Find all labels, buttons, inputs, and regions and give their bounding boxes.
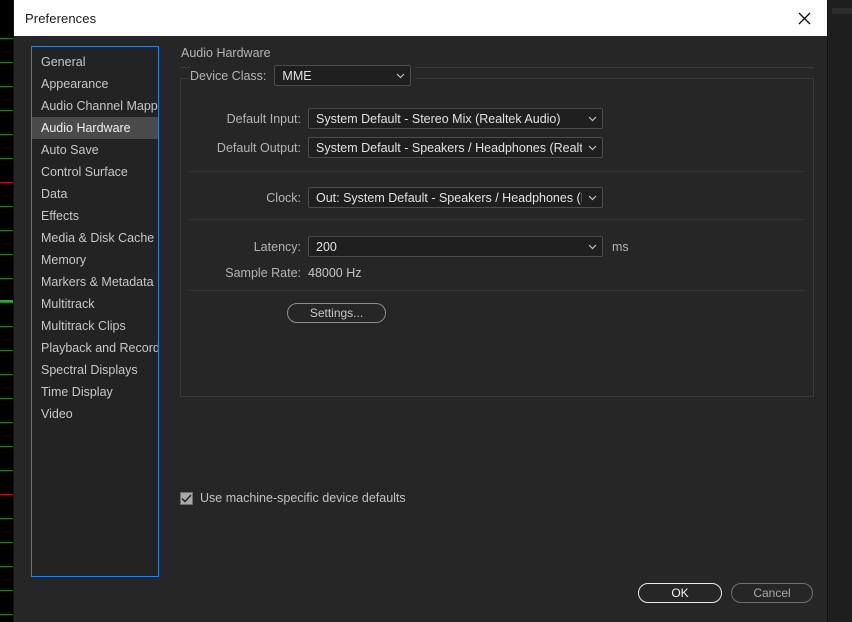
meter-tick: [0, 254, 13, 255]
clock-dropdown[interactable]: Out: System Default - Speakers / Headpho…: [308, 187, 603, 208]
meter-tick: [0, 470, 13, 471]
device-class-label: Device Class:: [190, 68, 267, 83]
sidebar-item-control-surface[interactable]: Control Surface: [32, 161, 158, 183]
chevron-down-icon: [390, 73, 410, 79]
latency-row: Latency: 200 ms: [181, 236, 813, 257]
device-class-dropdown[interactable]: MME: [274, 65, 412, 86]
meter-tick: [0, 302, 13, 303]
dialog-titlebar: Preferences: [14, 0, 827, 36]
background-right-toolbar: [832, 8, 852, 14]
meter-tick: [0, 446, 13, 447]
sidebar-item-media-disk-cache[interactable]: Media & Disk Cache: [32, 227, 158, 249]
meter-tick: [0, 38, 13, 39]
meter-tick: [0, 86, 13, 87]
section-divider-2: [189, 219, 805, 220]
meter-tick: [0, 182, 13, 183]
meter-tick: [0, 134, 13, 135]
meter-tick: [0, 206, 13, 207]
sidebar-item-audio-channel-mapping[interactable]: Audio Channel Mapping: [32, 95, 158, 117]
latency-value[interactable]: 200: [309, 240, 582, 254]
section-divider-3: [189, 290, 805, 291]
meter-tick: [0, 230, 13, 231]
meter-tick: [0, 278, 13, 279]
chevron-down-icon: [582, 116, 602, 122]
sidebar-item-markers-metadata[interactable]: Markers & Metadata: [32, 271, 158, 293]
clock-row: Clock: Out: System Default - Speakers / …: [181, 187, 813, 208]
machine-defaults-label[interactable]: Use machine-specific device defaults: [200, 491, 406, 505]
meter-tick: [0, 614, 13, 615]
chevron-down-icon: [582, 244, 602, 250]
sidebar-item-time-display[interactable]: Time Display: [32, 381, 158, 403]
audio-hardware-group: Device Class: MME Default Input: System …: [180, 65, 814, 397]
preferences-dialog: Preferences General Appearance Audio Chann…: [14, 0, 827, 622]
sample-rate-value: 48000 Hz: [308, 266, 362, 280]
level-meter-strip: [0, 0, 13, 622]
meter-tick: [0, 566, 13, 567]
latency-unit: ms: [612, 239, 629, 254]
background-right-panel: [827, 0, 852, 622]
default-output-row: Default Output: System Default - Speaker…: [181, 137, 813, 158]
chevron-down-icon: [582, 145, 602, 151]
settings-button-wrap: Settings...: [287, 303, 386, 323]
group-border-stub: [180, 78, 189, 79]
sidebar-item-spectral-displays[interactable]: Spectral Displays: [32, 359, 158, 381]
settings-button[interactable]: Settings...: [287, 303, 386, 323]
ok-button[interactable]: OK: [638, 583, 722, 603]
sidebar-item-video[interactable]: Video: [32, 403, 158, 425]
close-icon[interactable]: [781, 0, 827, 36]
sample-rate-label: Sample Rate:: [225, 266, 301, 280]
meter-tick: [0, 494, 13, 495]
section-divider-1: [189, 171, 805, 172]
meter-tick: [0, 110, 13, 111]
sidebar-item-audio-hardware[interactable]: Audio Hardware: [32, 117, 158, 139]
category-list[interactable]: GeneralAppearanceAudio Channel MappingAu…: [31, 46, 159, 577]
default-output-label: Default Output:: [216, 140, 301, 155]
default-input-row: Default Input: System Default - Stereo M…: [181, 108, 813, 129]
dialog-footer: OK Cancel: [638, 583, 813, 603]
meter-tick: [0, 542, 13, 543]
device-class-value: MME: [282, 68, 312, 83]
meter-tick: [0, 300, 13, 302]
latency-dropdown[interactable]: 200: [308, 236, 603, 257]
cancel-button[interactable]: Cancel: [731, 583, 813, 603]
default-input-value: System Default - Stereo Mix (Realtek Aud…: [316, 111, 561, 126]
meter-tick: [0, 422, 13, 423]
chevron-down-icon: [582, 195, 602, 201]
default-output-dropdown[interactable]: System Default - Speakers / Headphones (…: [308, 137, 603, 158]
clock-label: Clock:: [266, 190, 301, 205]
meter-tick: [0, 374, 13, 375]
sample-rate-row: Sample Rate: 48000 Hz: [181, 266, 813, 280]
device-class-row: Device Class: MME: [190, 65, 416, 86]
default-input-label: Default Input:: [226, 111, 301, 126]
sidebar-item-multitrack[interactable]: Multitrack: [32, 293, 158, 315]
meter-tick: [0, 62, 13, 63]
sidebar-item-playback-and-recording[interactable]: Playback and Recording: [32, 337, 158, 359]
audio-hardware-pane: Audio Hardware Device Class: MME Default…: [180, 46, 814, 606]
meter-tick: [0, 590, 13, 591]
meter-tick: [0, 518, 13, 519]
machine-defaults-row: Use machine-specific device defaults: [180, 491, 406, 505]
sidebar-item-auto-save[interactable]: Auto Save: [32, 139, 158, 161]
sidebar-item-appearance[interactable]: Appearance: [32, 73, 158, 95]
dialog-title: Preferences: [25, 10, 97, 26]
meter-tick: [0, 350, 13, 351]
default-output-value: System Default - Speakers / Headphones (…: [316, 140, 582, 155]
clock-value: Out: System Default - Speakers / Headpho…: [316, 190, 582, 205]
machine-defaults-checkbox[interactable]: [180, 491, 193, 505]
sidebar-item-memory[interactable]: Memory: [32, 249, 158, 271]
meter-tick: [0, 398, 13, 399]
dialog-body: GeneralAppearanceAudio Channel MappingAu…: [14, 36, 827, 622]
group-border-top: [401, 78, 814, 79]
check-icon: [181, 493, 192, 503]
sidebar-item-effects[interactable]: Effects: [32, 205, 158, 227]
sidebar-item-multitrack-clips[interactable]: Multitrack Clips: [32, 315, 158, 337]
sidebar-item-general[interactable]: General: [32, 51, 158, 73]
default-input-dropdown[interactable]: System Default - Stereo Mix (Realtek Aud…: [308, 108, 603, 129]
meter-tick: [0, 326, 13, 327]
sidebar-item-data[interactable]: Data: [32, 183, 158, 205]
latency-label: Latency:: [253, 239, 301, 254]
meter-tick: [0, 158, 13, 159]
page-title: Audio Hardware: [181, 46, 271, 60]
